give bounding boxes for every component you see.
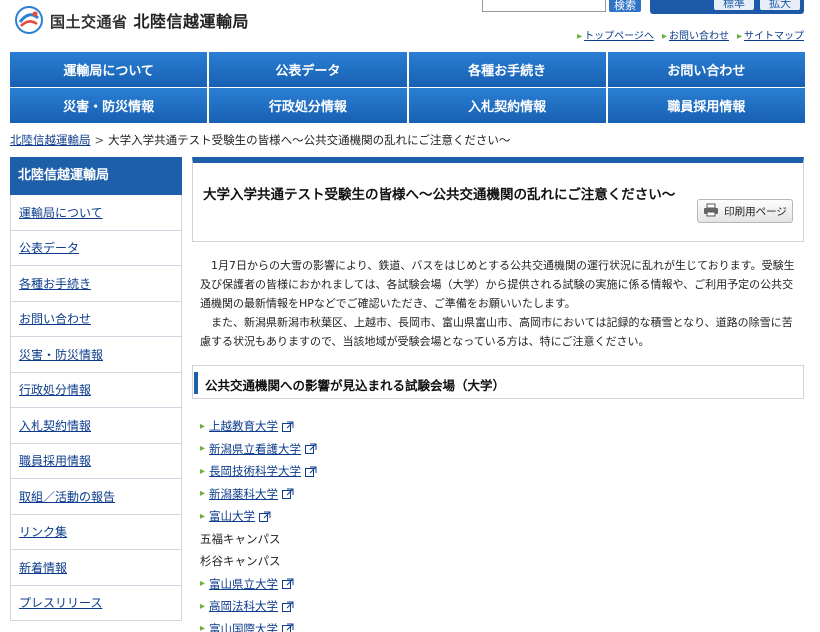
- gnav-disaster[interactable]: 災害・防災情報: [10, 88, 208, 123]
- sidebar-item-label[interactable]: 新着情報: [19, 559, 67, 576]
- sidebar-item-label[interactable]: プレスリリース: [19, 594, 102, 611]
- external-link-icon: [282, 421, 294, 432]
- list-item[interactable]: 上越教育大学: [200, 415, 804, 438]
- campus-label: 杉谷キャンパス: [200, 554, 281, 569]
- sidebar-item-procedures[interactable]: 各種お手続き: [10, 266, 182, 302]
- breadcrumb: 北陸信越運輸局 > 大学入学共通テスト受験生の皆様へ～公共交通機関の乱れにご注意くだ…: [10, 132, 510, 148]
- org-name: 国土交通省 北陸信越運輸局: [50, 12, 250, 31]
- notice-paragraph-2: また、新潟県新潟市秋葉区、上越市、長岡市、富山県富山市、高岡市においては記録的な…: [200, 316, 793, 348]
- external-link-icon: [282, 623, 294, 632]
- main-content: 大学入学共通テスト受験生の皆様へ～公共交通機関の乱れにご注意ください～ 印刷用ペ…: [192, 157, 804, 632]
- list-item[interactable]: 新潟薬科大学: [200, 483, 804, 506]
- sidebar-item-news[interactable]: 新着情報: [10, 550, 182, 586]
- title-box: 大学入学共通テスト受験生の皆様へ～公共交通機関の乱れにご注意ください～ 印刷用ペ…: [192, 157, 804, 242]
- sidebar-item-press-release[interactable]: プレスリリース: [10, 585, 182, 621]
- list-item: 杉谷キャンパス: [200, 550, 804, 573]
- breadcrumb-current: 大学入学共通テスト受験生の皆様へ～公共交通機関の乱れにご注意ください～: [108, 133, 511, 147]
- external-link-icon: [259, 511, 271, 522]
- university-link[interactable]: 上越教育大学: [209, 418, 278, 434]
- sidebar-item-label[interactable]: 取組／活動の報告: [19, 488, 115, 505]
- site-header: 国土交通省北陸信越運輸局 検索 標準 拡大 トップページへ お問い合わせ サイト…: [0, 0, 820, 48]
- sidebar: 北陸信越運輸局 運輸局について 公表データ 各種お手続き お問い合わせ 災害・防…: [10, 157, 182, 621]
- site-logo[interactable]: 国土交通省 北陸信越運輸局: [14, 3, 249, 37]
- search-button[interactable]: 検索: [609, 0, 641, 12]
- sidebar-item-label[interactable]: 入札契約情報: [19, 417, 91, 434]
- external-link-icon: [282, 601, 294, 612]
- sidebar-item-bidding[interactable]: 入札契約情報: [10, 408, 182, 444]
- sidebar-heading: 北陸信越運輸局: [10, 157, 182, 195]
- gnav-procedures[interactable]: 各種お手続き: [408, 52, 606, 87]
- sidebar-item-label[interactable]: 公表データ: [19, 239, 79, 256]
- sidebar-item-label[interactable]: 運輸局について: [19, 204, 103, 221]
- university-link[interactable]: 新潟県立看護大学: [209, 441, 301, 457]
- body-text: 1月7日からの大雪の影響により、鉄道、バスをはじめとする公共交通機関の運行状況に…: [192, 256, 804, 351]
- sidebar-item-label[interactable]: 行政処分情報: [19, 381, 91, 398]
- utility-links: トップページへ お問い合わせ サイトマップ: [577, 27, 804, 42]
- section-heading: 公共交通機関への影響が見込まれる試験会場（大学）: [205, 378, 506, 393]
- sidebar-item-recruitment[interactable]: 職員採用情報: [10, 443, 182, 479]
- university-link[interactable]: 富山県立大学: [209, 576, 278, 592]
- printer-icon: [703, 203, 719, 220]
- sidebar-item-label[interactable]: 各種お手続き: [19, 275, 91, 292]
- text-size-large-button[interactable]: 拡大: [760, 0, 800, 10]
- university-link[interactable]: 富山大学: [209, 508, 255, 524]
- gnav-bidding[interactable]: 入札契約情報: [408, 88, 606, 123]
- list-item[interactable]: 富山大学: [200, 505, 804, 528]
- list-item: 五福キャンパス: [200, 528, 804, 551]
- sidebar-item-label[interactable]: リンク集: [19, 523, 67, 540]
- external-link-icon: [282, 488, 294, 500]
- top-page-link[interactable]: トップページへ: [577, 27, 654, 42]
- campus-label: 五福キャンパス: [200, 531, 281, 546]
- gnav-public-data[interactable]: 公表データ: [209, 52, 407, 87]
- text-size-standard-button[interactable]: 標準: [714, 0, 754, 10]
- gnav-admin-actions[interactable]: 行政処分情報: [209, 88, 407, 123]
- sidebar-item-activity-reports[interactable]: 取組／活動の報告: [10, 479, 182, 515]
- gnav-recruitment[interactable]: 職員採用情報: [607, 88, 805, 123]
- text-size-switcher: 標準 拡大: [650, 0, 804, 14]
- sidebar-item-label[interactable]: お問い合わせ: [19, 310, 91, 327]
- print-page-label: 印刷用ページ: [724, 205, 787, 218]
- print-page-button[interactable]: 印刷用ページ: [697, 199, 793, 223]
- university-link[interactable]: 新潟薬科大学: [209, 486, 278, 502]
- bureau-name: 北陸信越運輸局: [133, 12, 250, 31]
- page-title: 大学入学共通テスト受験生の皆様へ～公共交通機関の乱れにご注意ください～: [203, 187, 676, 203]
- list-item[interactable]: 富山県立大学: [200, 573, 804, 596]
- breadcrumb-separator: >: [94, 133, 105, 147]
- university-link[interactable]: 高岡法科大学: [209, 598, 278, 614]
- search-input[interactable]: [482, 0, 606, 12]
- gnav-contact[interactable]: お問い合わせ: [607, 52, 805, 87]
- list-item[interactable]: 高岡法科大学: [200, 595, 804, 618]
- global-nav: 運輸局について 公表データ 各種お手続き お問い合わせ 災害・防災情報 行政処分…: [10, 52, 805, 123]
- sidebar-item-label[interactable]: 職員採用情報: [19, 452, 91, 469]
- sidebar-item-public-data[interactable]: 公表データ: [10, 230, 182, 266]
- contact-link[interactable]: お問い合わせ: [662, 27, 729, 42]
- sidebar-item-label[interactable]: 災害・防災情報: [19, 346, 103, 363]
- notice-paragraph-1: 1月7日からの大雪の影響により、鉄道、バスをはじめとする公共交通機関の運行状況に…: [200, 259, 795, 310]
- gnav-about[interactable]: 運輸局について: [10, 52, 208, 87]
- breadcrumb-home[interactable]: 北陸信越運輸局: [10, 133, 91, 147]
- university-link[interactable]: 富山国際大学: [209, 621, 278, 632]
- university-list: 上越教育大学新潟県立看護大学長岡技術科学大学新潟薬科大学富山大学五福キャンパス杉…: [192, 415, 804, 632]
- sidebar-item-links[interactable]: リンク集: [10, 514, 182, 550]
- sidebar-item-about[interactable]: 運輸局について: [10, 195, 182, 231]
- external-link-icon: [305, 443, 317, 455]
- list-item[interactable]: 長岡技術科学大学: [200, 460, 804, 483]
- section-heading-box: 公共交通機関への影響が見込まれる試験会場（大学）: [192, 365, 804, 399]
- external-link-icon: [305, 466, 317, 477]
- list-item[interactable]: 新潟県立看護大学: [200, 438, 804, 461]
- sidebar-item-disaster[interactable]: 災害・防災情報: [10, 337, 182, 373]
- mlit-logo-icon: [14, 5, 44, 35]
- university-link[interactable]: 長岡技術科学大学: [209, 463, 301, 479]
- list-item[interactable]: 富山国際大学: [200, 618, 804, 632]
- sidebar-item-admin-actions[interactable]: 行政処分情報: [10, 372, 182, 408]
- sitemap-link[interactable]: サイトマップ: [737, 27, 804, 42]
- sidebar-item-contact[interactable]: お問い合わせ: [10, 301, 182, 337]
- external-link-icon: [282, 578, 294, 590]
